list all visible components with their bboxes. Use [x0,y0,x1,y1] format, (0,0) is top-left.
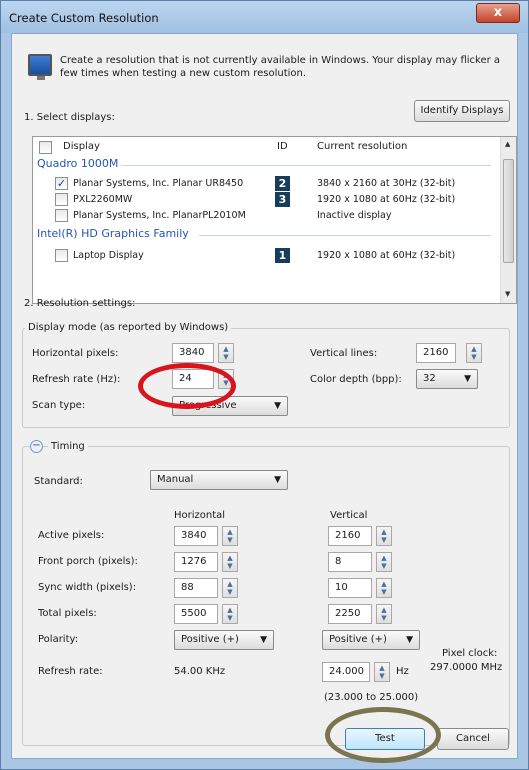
polarity-h-value: Positive (+) [181,634,239,645]
resolution-settings-heading: 2. Resolution settings: [24,298,136,309]
active-pixels-h-input[interactable]: 3840 [174,526,218,546]
cancel-button[interactable]: Cancel [437,728,509,750]
chevron-down-icon: ▼ [406,635,413,645]
display-checkbox-planar-ur8450[interactable]: ✓ [55,177,68,190]
timing-group [22,446,510,746]
vertical-refresh-input[interactable]: 24.000 [322,662,370,682]
vertical-refresh-spinner[interactable]: ▲ ▼ [374,662,390,682]
red-highlight-circle [138,363,236,409]
timing-refresh-rate-label: Refresh rate: [38,666,103,677]
active-pixels-v-input[interactable]: 2160 [328,526,372,546]
standard-label: Standard: [34,476,83,487]
total-pixels-v-spinner[interactable]: ▲ ▼ [376,604,392,624]
display-checkbox-laptop[interactable] [55,249,68,262]
polarity-label: Polarity: [38,634,79,645]
display-name[interactable]: Planar Systems, Inc. PlanarPL2010M [73,210,246,221]
horizontal-column-header: Horizontal [174,510,226,521]
chevron-down-icon: ▼ [274,475,281,485]
dialog-client-area: Create a resolution that is not currentl… [11,33,518,759]
display-id-badge: 2 [275,176,290,191]
vertical-lines-input[interactable]: 2160 [416,343,456,363]
horizontal-refresh-value: 54.00 KHz [174,666,226,677]
display-name[interactable]: Laptop Display [73,250,144,261]
intro-text: Create a resolution that is not currentl… [60,55,501,79]
collapse-timing-icon[interactable]: − [30,440,43,453]
sync-width-h-input[interactable]: 88 [174,578,218,598]
front-porch-label: Front porch (pixels): [38,556,138,567]
display-mode-group-label: Display mode (as reported by Windows) [25,322,232,333]
create-custom-resolution-window: Create Custom Resolution x Create a reso… [0,0,529,770]
front-porch-h-spinner[interactable]: ▲ ▼ [222,552,238,572]
select-all-checkbox[interactable] [39,141,52,154]
window-title: Create Custom Resolution [9,11,159,25]
group-divider [199,235,491,236]
horizontal-pixels-input[interactable]: 3840 [172,343,214,363]
scroll-down-icon[interactable]: ▼ [505,290,510,298]
display-resolution: 3840 x 2160 at 30Hz (32-bit) [317,178,456,189]
polarity-v-value: Positive (+) [329,634,387,645]
sync-width-v-spinner[interactable]: ▲ ▼ [376,578,392,598]
vertical-column-header: Vertical [330,510,368,521]
color-depth-value: 32 [423,373,436,384]
chevron-down-icon: ▼ [260,635,267,645]
sync-width-v-input[interactable]: 10 [328,578,372,598]
pixel-clock-label: Pixel clock: [442,648,498,659]
display-resolution: Inactive display [317,210,392,221]
color-depth-select[interactable]: 32 ▼ [416,369,478,389]
active-pixels-label: Active pixels: [38,530,105,541]
refresh-unit-label: Hz [396,666,409,677]
display-list[interactable]: Display ID Current resolution Quadro 100… [32,136,517,304]
gpu-group-intel: Intel(R) HD Graphics Family [37,227,189,240]
timing-group-label[interactable]: Timing [48,441,88,452]
identify-displays-button[interactable]: Identify Displays [414,100,510,122]
vertical-lines-label: Vertical lines: [310,348,378,359]
front-porch-v-input[interactable]: 8 [328,552,372,572]
display-checkbox-planar-pl2010m[interactable] [55,209,68,222]
display-name[interactable]: Planar Systems, Inc. Planar UR8450 [73,178,243,189]
column-header-display[interactable]: Display [63,141,100,152]
horizontal-pixels-spinner[interactable]: ▲ ▼ [218,343,234,363]
olive-highlight-circle [325,707,441,763]
monitor-icon [28,54,52,80]
refresh-range-text: (23.000 to 25.000) [324,692,419,703]
display-resolution: 1920 x 1080 at 60Hz (32-bit) [317,250,456,261]
polarity-v-select[interactable]: Positive (+) ▼ [322,630,420,650]
chevron-down-icon: ▼ [274,401,281,411]
total-pixels-h-input[interactable]: 5500 [174,604,218,624]
display-name[interactable]: PXL2260MW [73,194,132,205]
sync-width-label: Sync width (pixels): [38,582,137,593]
column-header-current-resolution[interactable]: Current resolution [317,141,407,152]
standard-value: Manual [157,474,194,485]
total-pixels-v-input[interactable]: 2250 [328,604,372,624]
select-displays-heading: 1. Select displays: [24,112,115,123]
pixel-clock-value: 297.0000 MHz [430,662,503,673]
chevron-down-icon: ▼ [464,374,471,384]
group-divider [121,165,491,166]
gpu-group-quadro: Quadro 1000M [37,157,119,170]
vertical-lines-spinner[interactable]: ▲ ▼ [466,343,482,363]
polarity-h-select[interactable]: Positive (+) ▼ [174,630,274,650]
color-depth-label: Color depth (bpp): [310,374,402,385]
column-header-id[interactable]: ID [277,141,288,152]
front-porch-h-input[interactable]: 1276 [174,552,218,572]
display-id-badge: 3 [275,192,290,207]
total-pixels-h-spinner[interactable]: ▲ ▼ [222,604,238,624]
sync-width-h-spinner[interactable]: ▲ ▼ [222,578,238,598]
horizontal-pixels-label: Horizontal pixels: [32,348,119,359]
active-pixels-v-spinner[interactable]: ▲ ▼ [376,526,392,546]
display-resolution: 1920 x 1080 at 60Hz (32-bit) [317,194,456,205]
display-id-badge: 1 [275,248,290,263]
list-scrollbar[interactable]: ▲ ▼ [500,137,516,303]
scroll-thumb[interactable] [503,159,514,263]
scan-type-label: Scan type: [32,400,86,411]
standard-select[interactable]: Manual ▼ [150,470,288,490]
refresh-rate-label: Refresh rate (Hz): [32,374,121,385]
total-pixels-label: Total pixels: [38,608,97,619]
front-porch-v-spinner[interactable]: ▲ ▼ [376,552,392,572]
active-pixels-h-spinner[interactable]: ▲ ▼ [222,526,238,546]
scroll-up-icon[interactable]: ▲ [505,140,510,148]
display-checkbox-pxl2260mw[interactable] [55,193,68,206]
title-bar[interactable]: Create Custom Resolution x [1,1,528,33]
close-button[interactable]: x [476,3,520,23]
